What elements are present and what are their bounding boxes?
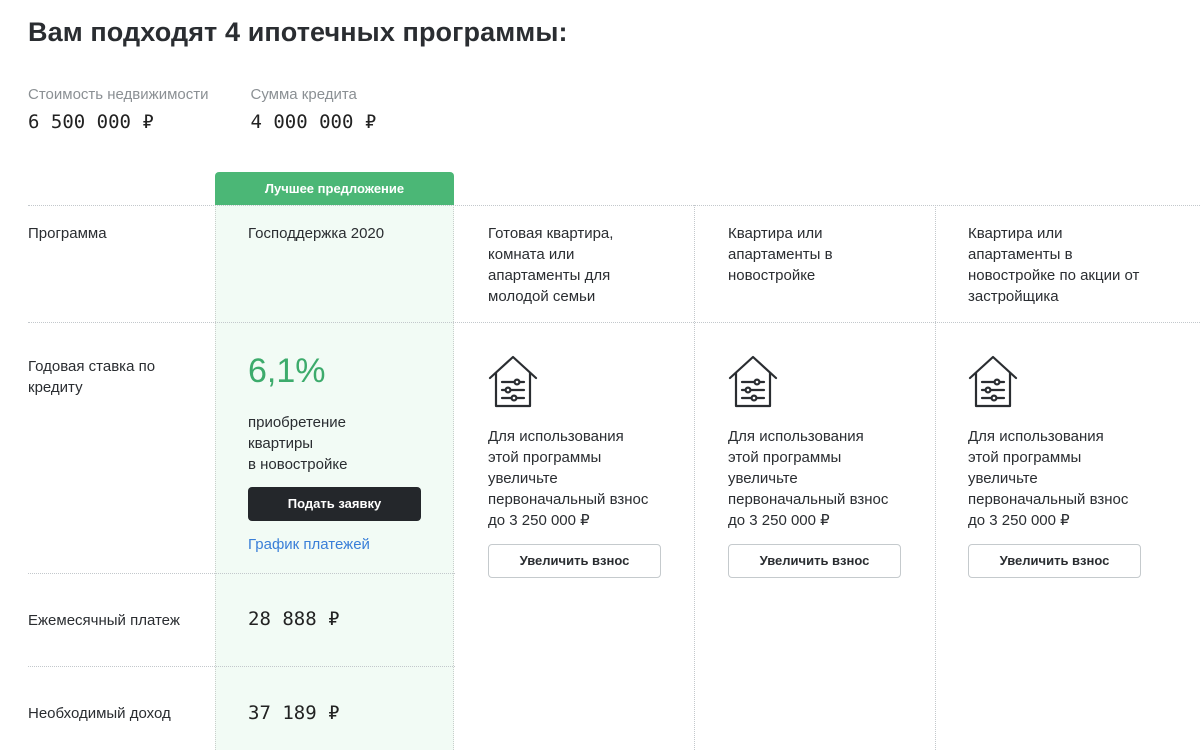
- required-income-value: 37 189 ₽: [248, 702, 340, 724]
- payment-schedule-link[interactable]: График платежей: [248, 536, 370, 553]
- program-name-young-family: Готовая квартира, комната или апартамент…: [488, 225, 614, 305]
- increase-payment-button[interactable]: Увеличить взнос: [728, 544, 901, 578]
- property-cost-label: Стоимость недвижимости: [28, 86, 209, 103]
- monthly-payment-value: 28 888 ₽: [248, 608, 340, 630]
- rate-description: приобретение квартиры в новостройке: [248, 414, 348, 473]
- program-name-new-building: Квартира или апартаменты в новостройке: [728, 225, 833, 284]
- house-settings-icon: [728, 355, 778, 408]
- table-divider: [28, 666, 455, 667]
- interest-rate: 6,1%: [248, 352, 326, 390]
- table-divider: [28, 205, 1200, 206]
- best-offer-badge: Лучшее предложение: [215, 172, 454, 205]
- loan-summary: Стоимость недвижимости 6 500 000 ₽ Сумма…: [28, 86, 418, 133]
- program-name-best: Господдержка 2020: [248, 225, 385, 242]
- house-settings-icon: [488, 355, 538, 408]
- program-info-text: Для использования этой программы увеличь…: [728, 428, 889, 529]
- loan-amount-value: 4 000 000 ₽: [250, 111, 377, 133]
- apply-button[interactable]: Подать заявку: [248, 487, 421, 521]
- increase-payment-button[interactable]: Увеличить взнос: [968, 544, 1141, 578]
- table-divider: [28, 573, 455, 574]
- program-name-developer-promo: Квартира или апартаменты в новостройке п…: [968, 225, 1140, 305]
- increase-payment-button[interactable]: Увеличить взнос: [488, 544, 661, 578]
- program-info-text: Для использования этой программы увеличь…: [488, 428, 649, 529]
- property-cost-value: 6 500 000 ₽: [28, 111, 154, 133]
- loan-amount-label: Сумма кредита: [250, 86, 357, 103]
- row-label-rate: Годовая ставка по кредиту: [28, 358, 156, 396]
- table-divider: [28, 322, 1200, 323]
- row-label-program: Программа: [28, 225, 107, 242]
- loan-amount: Сумма кредита 4 000 000 ₽: [250, 86, 376, 133]
- house-settings-icon: [968, 355, 1018, 408]
- row-label-monthly-payment: Ежемесячный платеж: [28, 612, 180, 629]
- page-title: Вам подходят 4 ипотечных программы:: [28, 17, 568, 47]
- column-divider: [935, 205, 936, 750]
- best-offer-column: [215, 205, 454, 750]
- property-cost: Стоимость недвижимости 6 500 000 ₽: [28, 86, 208, 133]
- row-label-required-income: Необходимый доход: [28, 705, 171, 722]
- program-info-text: Для использования этой программы увеличь…: [968, 428, 1129, 529]
- column-divider: [694, 205, 695, 750]
